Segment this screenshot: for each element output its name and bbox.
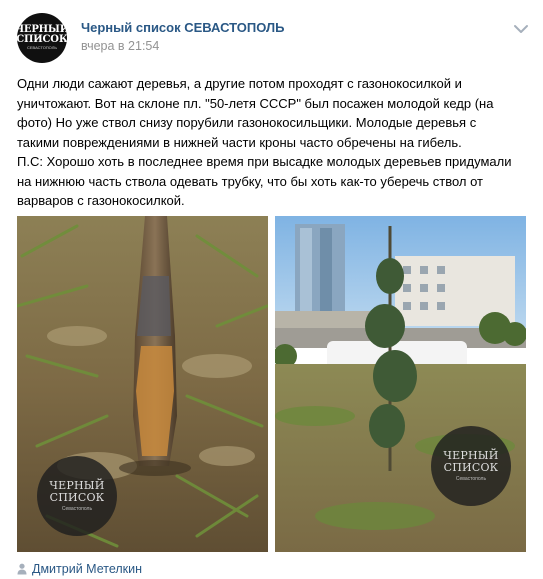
user-icon <box>17 563 27 575</box>
post-text: Одни люди сажают деревья, а другие потом… <box>17 76 512 208</box>
post-time-link[interactable]: вчера в 21:54 <box>81 39 159 53</box>
photo-grid: ЧЕРНЫЙ СПИСОК Севастополь ЧЕРНЫЙ СПИСОК … <box>17 216 526 552</box>
post-signer-link[interactable]: Дмитрий Метелкин <box>17 561 142 577</box>
photo-slope-cedar[interactable]: ЧЕРНЫЙ СПИСОК Севастополь <box>275 216 526 552</box>
watermark-logo: ЧЕРНЫЙ СПИСОК Севастополь <box>431 426 511 506</box>
photo-trunk-closeup[interactable]: ЧЕРНЫЙ СПИСОК Севастополь <box>17 216 268 552</box>
signer-name: Дмитрий Метелкин <box>32 562 143 576</box>
group-name-link[interactable]: Черный список СЕВАСТОПОЛЬ <box>81 20 284 35</box>
chevron-down-icon[interactable] <box>513 22 529 34</box>
watermark-line-3: Севастополь <box>455 476 487 482</box>
wall-post: ЧЕРНЫЙ СПИСОК СЕВАСТОПОЛЬ Черный список … <box>0 0 543 579</box>
avatar-line-3: СЕВАСТОПОЛЬ <box>27 45 57 50</box>
post-header: ЧЕРНЫЙ СПИСОК СЕВАСТОПОЛЬ Черный список … <box>17 13 529 63</box>
group-avatar[interactable]: ЧЕРНЫЙ СПИСОК СЕВАСТОПОЛЬ <box>17 13 67 63</box>
watermark-line-2: СПИСОК <box>49 491 105 504</box>
watermark-line-2: СПИСОК <box>443 461 499 474</box>
watermark-line-3: Севастополь <box>61 506 93 512</box>
avatar-line-2: СПИСОК <box>17 34 67 45</box>
watermark-logo: ЧЕРНЫЙ СПИСОК Севастополь <box>37 456 117 536</box>
